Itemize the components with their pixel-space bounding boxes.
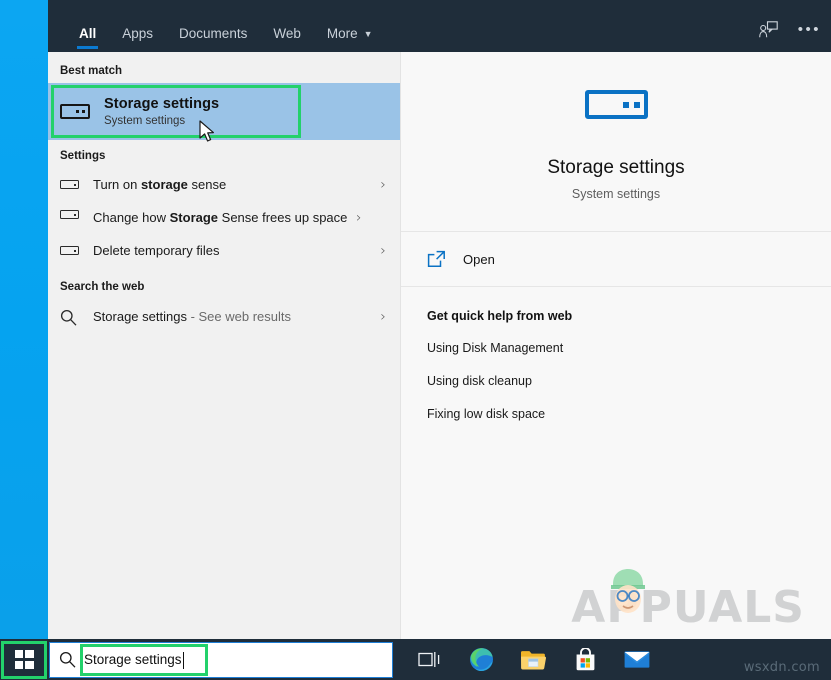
microsoft-edge-icon[interactable]: [463, 639, 499, 680]
search-results-body: Best match Storage settings System setti…: [48, 52, 831, 639]
drive-icon: [60, 246, 79, 255]
best-match-title: Storage settings: [104, 96, 220, 112]
tab-documents[interactable]: Documents: [166, 0, 260, 52]
search-web-group-label: Search the web: [60, 281, 145, 293]
open-external-icon: [427, 250, 447, 268]
results-list-pane: Best match Storage settings System setti…: [48, 52, 400, 639]
chevron-right-icon: ›: [380, 309, 386, 325]
chevron-down-icon: ▼: [363, 29, 373, 39]
microsoft-store-icon[interactable]: [567, 639, 603, 680]
chevron-right-icon: ›: [356, 209, 362, 226]
tab-apps[interactable]: Apps: [109, 0, 166, 52]
list-item-label: Delete temporary files: [93, 242, 220, 258]
open-button[interactable]: Open: [401, 232, 831, 287]
appuals-watermark: APPUALS: [571, 569, 805, 633]
tab-apps-label: Apps: [122, 26, 154, 41]
wsxdn-watermark: wsxdn.com: [743, 660, 820, 675]
screen: All Apps Documents Web More ▼ ••• Best m…: [0, 0, 831, 680]
person-feedback-icon[interactable]: [756, 18, 782, 40]
drive-icon: [584, 90, 648, 119]
list-item-search-web[interactable]: Storage settings - See web results ›: [48, 299, 400, 335]
tab-more-label: More: [326, 26, 358, 41]
ellipsis-icon[interactable]: •••: [798, 22, 821, 37]
quick-help-section: Get quick help from web Using Disk Manag…: [401, 287, 831, 421]
tab-web[interactable]: Web: [260, 0, 314, 52]
search-input-wrapper: Storage settings: [84, 651, 184, 669]
best-match-subtitle: System settings: [104, 115, 186, 127]
file-explorer-icon[interactable]: [515, 639, 551, 680]
header-actions: •••: [756, 18, 821, 40]
quick-help-title: Get quick help from web: [427, 309, 573, 323]
open-label: Open: [463, 251, 495, 267]
search-header: All Apps Documents Web More ▼ •••: [48, 0, 831, 52]
search-tabs: All Apps Documents Web More ▼: [48, 0, 386, 52]
help-link-disk-cleanup[interactable]: Using disk cleanup: [427, 374, 831, 388]
settings-group-label: Settings: [60, 150, 106, 162]
list-item-storage-sense[interactable]: Turn on storage sense ›: [48, 168, 400, 201]
chevron-right-icon: ›: [380, 242, 386, 259]
list-item-delete-temp-files[interactable]: Delete temporary files ›: [48, 234, 400, 267]
mail-icon[interactable]: [619, 639, 655, 680]
search-flyout: All Apps Documents Web More ▼ ••• Best m…: [48, 0, 831, 639]
windows-logo-icon: [14, 650, 34, 669]
search-icon: [50, 651, 84, 668]
desktop-background: [0, 0, 48, 639]
watermark-text: APPUALS: [571, 582, 805, 633]
preview-title: Storage settings: [547, 157, 685, 178]
tab-more[interactable]: More ▼: [314, 0, 386, 52]
tab-all-label: All: [79, 26, 97, 41]
search-input[interactable]: Storage settings: [84, 652, 182, 667]
tab-documents-label: Documents: [179, 26, 248, 41]
taskbar-buttons: [411, 639, 655, 680]
best-match-group-label: Best match: [60, 65, 122, 77]
list-item-label: Storage settings - See web results: [93, 309, 291, 325]
best-match-wrapper: Storage settings System settings: [48, 83, 400, 140]
list-item-change-storage-sense[interactable]: Change how Storage Sense frees up space …: [48, 201, 400, 234]
mascot-icon: [611, 569, 646, 613]
search-icon: [60, 309, 79, 326]
text-caret: [182, 652, 184, 669]
drive-icon: [60, 210, 79, 219]
help-link-disk-management[interactable]: Using Disk Management: [427, 341, 831, 355]
start-button[interactable]: [0, 639, 48, 680]
taskbar-search-box[interactable]: Storage settings: [49, 641, 393, 678]
best-match-result[interactable]: Storage settings System settings: [48, 83, 400, 140]
list-item-label: Change how Storage Sense frees up space: [93, 209, 348, 225]
preview-pane: Storage settings System settings Open Ge…: [400, 52, 831, 639]
tab-all[interactable]: All: [66, 0, 109, 52]
list-item-label: Turn on storage sense: [93, 176, 227, 192]
drive-icon: [60, 180, 79, 189]
preview-header: Storage settings System settings: [401, 52, 831, 232]
drive-icon: [60, 104, 90, 119]
preview-subtitle: System settings: [571, 187, 661, 201]
task-view-icon[interactable]: [411, 639, 447, 680]
chevron-right-icon: ›: [380, 176, 386, 193]
taskbar: Storage settings wsxdn.com: [0, 639, 831, 680]
tab-web-label: Web: [273, 26, 301, 41]
help-link-low-disk-space[interactable]: Fixing low disk space: [427, 407, 831, 421]
